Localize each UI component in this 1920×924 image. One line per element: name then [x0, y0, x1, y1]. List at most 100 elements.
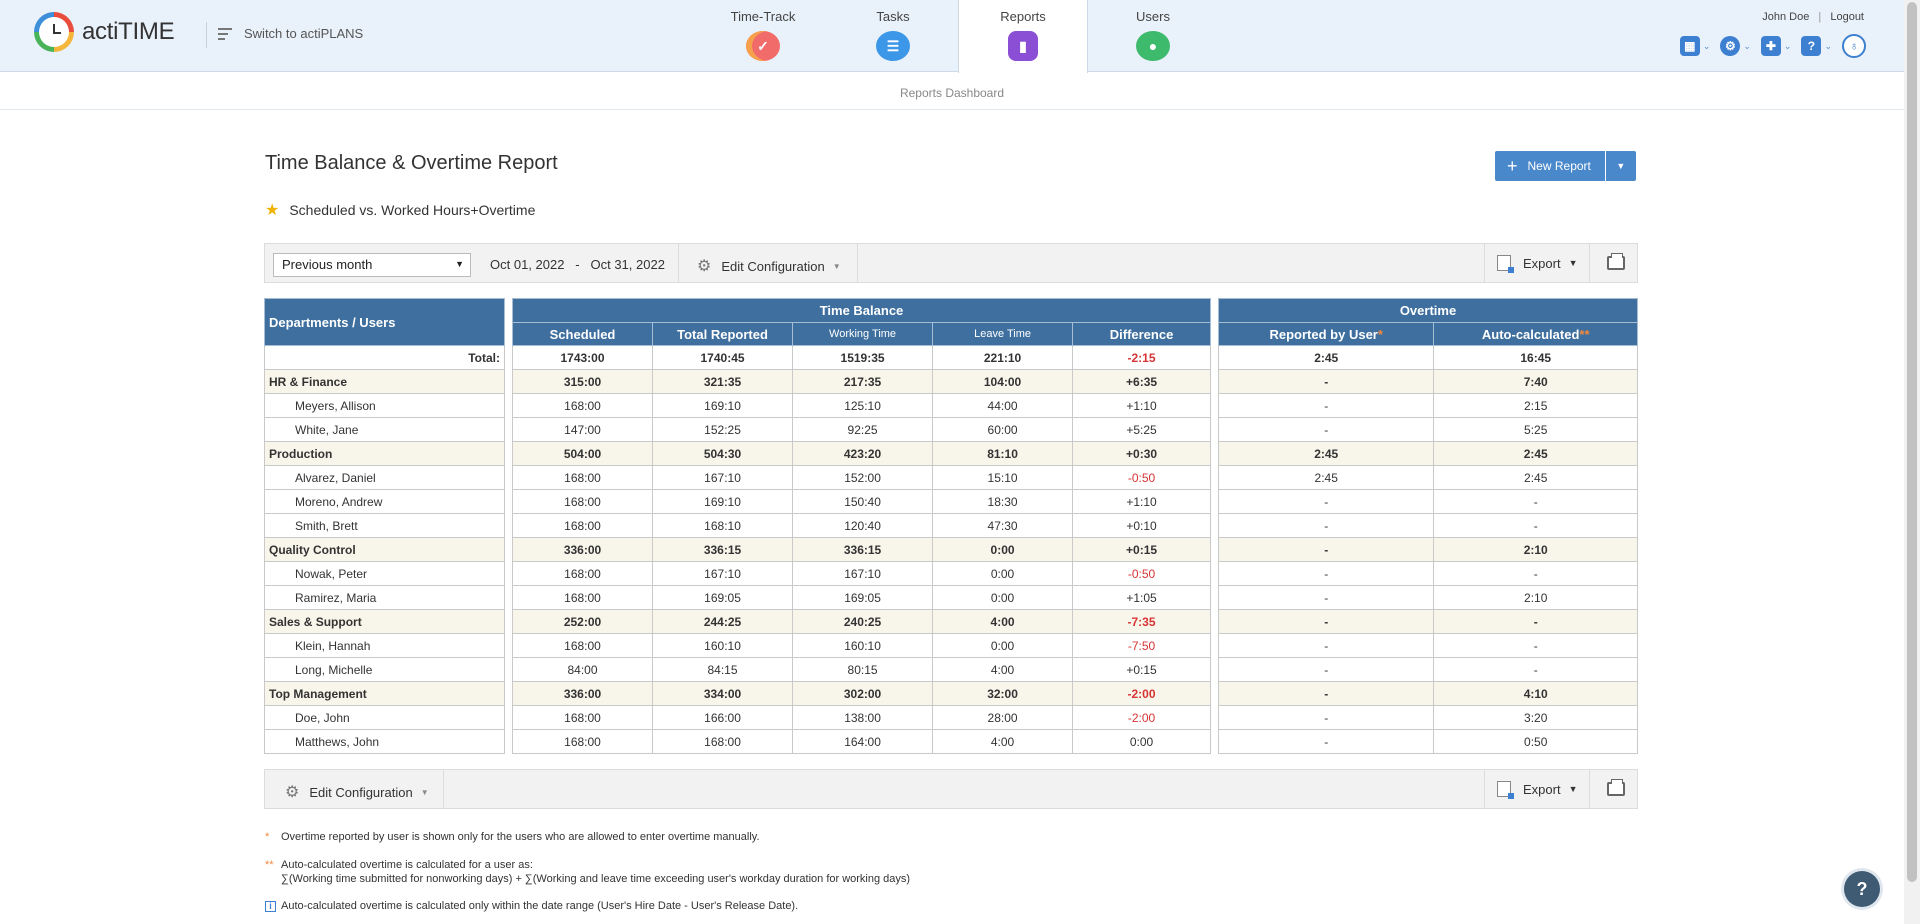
date-to[interactable]: Oct 31, 2022: [590, 257, 664, 272]
difference-header[interactable]: Difference: [1072, 322, 1211, 346]
department-row: -2:10: [1217, 537, 1638, 562]
overtime-header: Overtime: [1218, 298, 1638, 323]
difference-cell: -0:50: [1072, 561, 1211, 586]
row-label[interactable]: Long, Michelle: [264, 657, 505, 682]
department-row: 336:00 336:15 336:15 0:00 +0:15: [511, 537, 1211, 562]
lightbulb-icon: ♁: [1842, 34, 1866, 58]
total-row: Total:: [264, 345, 505, 370]
scheduled-cell: 168:00: [511, 585, 654, 610]
row-label[interactable]: Alvarez, Daniel: [264, 465, 505, 490]
row-label[interactable]: Meyers, Allison: [264, 393, 505, 418]
edit-configuration-button[interactable]: ⚙ Edit Configuration ▼: [285, 782, 429, 802]
working-time-cell: 150:40: [792, 489, 934, 514]
period-select[interactable]: Previous month ▼: [273, 253, 471, 277]
auto-calculated-header[interactable]: Auto-calculated**: [1433, 322, 1638, 346]
tab-time-track[interactable]: Time-Track ✓: [698, 0, 828, 72]
reported-by-user-cell: -: [1217, 393, 1435, 418]
leave-time-header[interactable]: Leave Time: [932, 322, 1074, 346]
app-logo[interactable]: actiTIME: [34, 12, 175, 52]
user-row: Ramirez, Maria: [264, 585, 505, 610]
row-label[interactable]: Ramirez, Maria: [264, 585, 505, 610]
departments-users-header[interactable]: Departments / Users: [264, 298, 505, 346]
row-label[interactable]: Quality Control: [264, 537, 505, 562]
footnote-3: i Auto-calculated overtime is calculated …: [265, 899, 798, 913]
difference-cell: -7:35: [1072, 609, 1211, 634]
divider: [1484, 244, 1485, 282]
edit-configuration-button[interactable]: ⚙ Edit Configuration ▼: [697, 256, 841, 276]
row-label[interactable]: Top Management: [264, 681, 505, 706]
total-reported-header[interactable]: Total Reported: [652, 322, 794, 346]
asterisk-mark: *: [1377, 326, 1383, 342]
department-row: Quality Control: [264, 537, 505, 562]
print-icon[interactable]: [1607, 779, 1625, 796]
leave-time-cell: 0:00: [932, 633, 1074, 658]
user-row: Long, Michelle: [264, 657, 505, 682]
leave-time-cell: 18:30: [932, 489, 1074, 514]
tips-button[interactable]: ♁: [1842, 34, 1866, 58]
scheduled-header[interactable]: Scheduled: [511, 322, 654, 346]
user-row: Moreno, Andrew: [264, 489, 505, 514]
row-label[interactable]: Moreno, Andrew: [264, 489, 505, 514]
tab-reports[interactable]: Reports ▮: [958, 0, 1088, 73]
leave-time-cell: 104:00: [932, 369, 1074, 394]
difference-cell: +0:10: [1072, 513, 1211, 538]
date-from[interactable]: Oct 01, 2022: [490, 257, 564, 272]
help-floating-button[interactable]: ?: [1844, 871, 1880, 907]
new-report-dropdown-button[interactable]: ▼: [1605, 151, 1636, 181]
divider: [1484, 770, 1485, 808]
overtime-table: Overtime Reported by User* Auto-calculat…: [1217, 298, 1638, 754]
user-row: -3:20: [1217, 705, 1638, 730]
logout-link[interactable]: Logout: [1830, 11, 1864, 23]
scheduled-cell: 168:00: [511, 513, 654, 538]
row-label[interactable]: White, Jane: [264, 417, 505, 442]
row-label[interactable]: Smith, Brett: [264, 513, 505, 538]
vertical-scrollbar[interactable]: [1904, 0, 1920, 924]
export-button[interactable]: Export ▼: [1497, 781, 1578, 799]
tab-users[interactable]: Users ●: [1088, 0, 1218, 72]
export-button[interactable]: Export ▼: [1497, 255, 1578, 273]
row-label[interactable]: Sales & Support: [264, 609, 505, 634]
addons-menu[interactable]: ✚ ⌄: [1760, 36, 1791, 56]
auto-calculated-cell: 2:45: [1433, 465, 1638, 490]
user-row: Meyers, Allison: [264, 393, 505, 418]
help-menu[interactable]: ? ⌄: [1801, 36, 1832, 56]
reported-by-user-cell: -: [1217, 705, 1435, 730]
chevron-down-icon: ⌄: [1824, 40, 1832, 51]
total-reported-cell: 167:10: [652, 465, 794, 490]
calendar-menu[interactable]: ▦ ⌄: [1679, 36, 1711, 56]
user-name-link[interactable]: John Doe: [1762, 11, 1809, 23]
working-time-cell: 120:40: [792, 513, 934, 538]
working-time-header[interactable]: Working Time: [792, 322, 934, 346]
reported-by-user-header[interactable]: Reported by User*: [1217, 322, 1435, 346]
row-label[interactable]: HR & Finance: [264, 369, 505, 394]
row-label[interactable]: Doe, John: [264, 705, 505, 730]
time-track-icon: ✓: [746, 31, 780, 61]
user-row: 168:00 168:00 164:00 4:00 0:00: [511, 729, 1211, 754]
star-icon[interactable]: ★: [265, 200, 279, 220]
user-menu: John Doe | Logout: [1762, 11, 1864, 23]
row-label[interactable]: Matthews, John: [264, 729, 505, 754]
total-reported-cell: 160:10: [652, 633, 794, 658]
total-reported-cell: 321:35: [652, 369, 794, 394]
total-reported-cell: 336:15: [652, 537, 794, 562]
auto-calculated-cell: 2:10: [1433, 537, 1638, 562]
row-label[interactable]: Klein, Hannah: [264, 633, 505, 658]
reports-dashboard-link[interactable]: Reports Dashboard: [900, 86, 1004, 100]
department-row: -4:10: [1217, 681, 1638, 706]
chevron-down-icon: ⌄: [1702, 40, 1711, 51]
new-report-button[interactable]: + New Report: [1495, 151, 1605, 181]
print-icon[interactable]: [1607, 253, 1625, 270]
settings-menu[interactable]: ⚙ ⌄: [1720, 36, 1751, 56]
user-row: White, Jane: [264, 417, 505, 442]
scrollbar-thumb[interactable]: [1907, 2, 1917, 882]
row-label[interactable]: Production: [264, 441, 505, 466]
working-time-cell: 138:00: [792, 705, 934, 730]
scheduled-cell: 1743:00: [511, 345, 654, 370]
row-label[interactable]: Nowak, Peter: [264, 561, 505, 586]
difference-cell: -0:50: [1072, 465, 1211, 490]
auto-calculated-cell: 0:50: [1433, 729, 1638, 754]
switch-to-actiplans-link[interactable]: Switch to actiPLANS: [218, 26, 363, 41]
tab-tasks[interactable]: Tasks ☰: [828, 0, 958, 72]
info-icon: i: [265, 901, 276, 912]
department-row: --: [1217, 609, 1638, 634]
